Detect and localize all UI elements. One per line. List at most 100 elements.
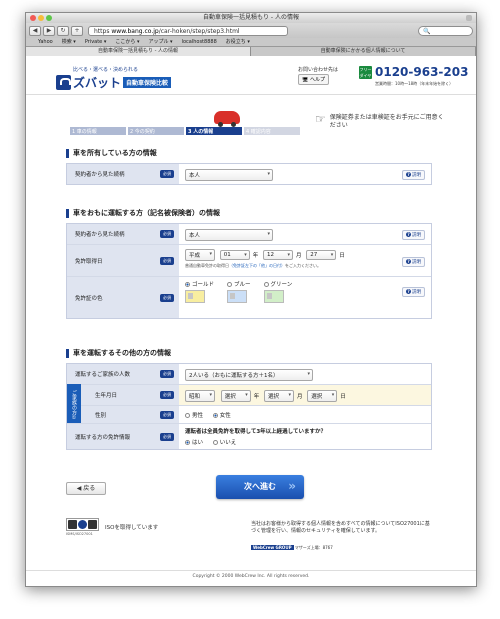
window-controls — [30, 15, 52, 21]
field-label: 性別 必須 — [81, 406, 179, 423]
back-button[interactable]: ◀ 戻る — [66, 482, 106, 495]
logo-name: ズバット — [73, 76, 122, 90]
required-badge: 必須 — [160, 170, 174, 178]
color-option-blue[interactable]: ブルー — [227, 280, 251, 315]
reload-icon[interactable]: ↻ — [57, 25, 69, 36]
license-year-select[interactable]: 01 — [219, 250, 250, 260]
radio[interactable] — [227, 282, 233, 287]
help-text: 説明 — [412, 233, 421, 238]
color-option-gold[interactable]: ゴールド — [185, 280, 214, 315]
license-day-select[interactable]: 27 — [306, 250, 337, 260]
zoom-window-icon[interactable] — [46, 15, 52, 21]
question-icon: ? — [406, 258, 411, 264]
no-label: いいえ — [219, 440, 237, 446]
day-unit: 日 — [340, 393, 346, 400]
owner-section: 車を所有している方の情報 契約者から見た続柄 必須 本人 ?説明 — [66, 149, 432, 185]
owner-relation-select[interactable]: 本人 — [185, 169, 273, 181]
address-bar[interactable]: https www.bang.co.jp/car-hoken/step/step… — [88, 25, 288, 36]
field-label: 運転するご家族の人数 必須 — [67, 364, 179, 384]
field-label: 契約者から見た続柄 必須 — [67, 224, 179, 244]
radio-selected[interactable] — [185, 440, 190, 445]
gender-male-label: 男性 — [192, 413, 204, 419]
birth-month-select[interactable]: 選択 — [264, 390, 295, 402]
iso-code: ISMS/ISO27001 — [66, 532, 93, 536]
pointing-hand-icon: ☞ — [315, 112, 326, 126]
birth-day-select[interactable]: 選択 — [307, 390, 338, 402]
window-title: 自動車保険一括見積もり - 人の情報 — [203, 14, 299, 21]
group-badge: WebCrew GROUP — [251, 545, 294, 550]
title-bar: 自動車保険一括見積もり - 人の情報 — [26, 13, 476, 23]
bookmarks-bar: Yahoo 検索 ▾ Private ▾ ここから ▾ アップル ▾ local… — [26, 38, 476, 47]
radio-selected[interactable] — [212, 413, 218, 418]
driver-relation-select[interactable]: 本人 — [185, 229, 273, 241]
logo-mark-icon — [56, 75, 71, 90]
radio[interactable] — [212, 440, 218, 445]
iso-label: ISOを取得しています — [105, 525, 159, 531]
bookmark-item[interactable]: アップル ▾ — [148, 38, 172, 46]
search-field[interactable]: 🔍 — [418, 25, 473, 36]
bookmark-item[interactable]: 検索 ▾ — [62, 38, 76, 46]
color-label: ブルー — [234, 282, 251, 288]
forward-nav-icon[interactable]: ▶ — [43, 25, 55, 36]
help-button[interactable]: 🖥 ヘルプ — [298, 74, 329, 85]
contact-label: お問い合わせ先は — [298, 67, 339, 73]
field-label-text: 運転する方の免許情報 — [75, 434, 131, 441]
yes-label: はい — [192, 440, 204, 446]
hint-text: 普通自動車免許の取得日 — [185, 263, 229, 268]
others-section: 車を運転するその他の方の情報 運転するご家族の人数 必須 2人いる（おもに運転する… — [66, 349, 432, 450]
help-button[interactable]: ? 説明 — [402, 287, 425, 297]
help-button[interactable]: ? 説明 — [402, 256, 425, 267]
radio[interactable] — [263, 282, 269, 287]
help-button[interactable]: ? 説明 — [402, 170, 425, 180]
family-member-label: ご家族の方① — [67, 384, 81, 423]
birth-era-select[interactable]: 昭和 — [185, 390, 215, 402]
color-label: ゴールド — [192, 282, 215, 288]
field-label-text: 性別 — [95, 412, 107, 419]
driver-relation-row: 契約者から見た続柄 必須 本人 ?説明 — [67, 224, 431, 244]
radio-selected[interactable] — [185, 282, 190, 287]
help-text: 説明 — [412, 259, 421, 265]
field-label: 免許証の色 必須 — [67, 277, 179, 318]
help-button[interactable]: ? 説明 — [402, 230, 425, 240]
required-badge: 必須 — [160, 256, 174, 265]
freedial-icon: フリーダイヤル — [359, 65, 372, 84]
add-bookmark-icon[interactable]: + — [71, 25, 83, 36]
tab-privacy[interactable]: 自動車保険にかかる個人情報について — [251, 47, 476, 56]
bookmark-item[interactable]: Yahoo — [38, 38, 53, 46]
search-icon: 🔍 — [423, 27, 431, 35]
business-hours: 営業時間：10時～18時（年末年始を除く） — [375, 81, 454, 86]
field-label-text: 免許証の色 — [75, 295, 103, 302]
color-option-green[interactable]: グリーン — [263, 280, 292, 315]
next-button[interactable]: 次へ進む — [216, 475, 304, 499]
license-question: 運転者は全員免許を取得して3年以上経過していますか？ — [185, 429, 326, 435]
hint-link[interactable]: （免許証左下の「他」の日付） — [229, 263, 285, 268]
minimize-window-icon[interactable] — [38, 15, 44, 21]
required-badge: 必須 — [160, 391, 174, 399]
radio[interactable] — [185, 413, 190, 418]
back-nav-icon[interactable]: ◀ — [29, 25, 41, 36]
web-page: 比べる・選べる・決められる ズバット 自動車保険比較 お問い合わせ先は 🖥 ヘル… — [26, 56, 476, 586]
bookmark-item[interactable]: ここから ▾ — [115, 38, 139, 46]
logo-subtitle: 自動車保険比較 — [123, 77, 172, 88]
isms-mark-icon — [68, 520, 77, 529]
site-logo[interactable]: 比べる・選べる・決められる ズバット 自動車保険比較 — [56, 66, 172, 91]
family-count-select[interactable]: 2人いる（おもに運転する方＋1名） — [185, 369, 313, 381]
tab-current[interactable]: 自動車保険一括見積もり - 人の情報 — [26, 47, 251, 56]
bookmark-item[interactable]: お役立ち ▾ — [226, 38, 250, 46]
license-month-select[interactable]: 12 — [263, 250, 294, 260]
required-badge: 必須 — [160, 432, 174, 441]
progress-label: 4 確認内容 — [246, 129, 271, 135]
license-hint: 普通自動車免許の取得日（免許証左下の「他」の日付）をご入力ください。 — [185, 263, 425, 269]
driver-section: 車をおもに運転する方（記名被保険者）の情報 契約者から見た続柄必須 本人 ?説明… — [66, 209, 432, 319]
bookmark-item[interactable]: Private ▾ — [85, 38, 107, 46]
year-unit: 年 — [253, 393, 260, 400]
progress-labels: 1 車の情報 2 今の契約 3 人の情報 4 確認内容 — [70, 128, 302, 135]
freedial: フリーダイヤル 0120-963-203 — [359, 65, 468, 84]
license-era-select[interactable]: 平成 — [185, 249, 215, 261]
close-window-icon[interactable] — [30, 15, 36, 21]
help-text: 説明 — [412, 290, 421, 295]
url-path: /car-hoken/step/step3.html — [158, 27, 240, 35]
toolbar-toggle-icon[interactable] — [466, 15, 472, 21]
birth-year-select[interactable]: 選択 — [220, 390, 251, 402]
bookmark-item[interactable]: localhost8888 — [182, 38, 217, 46]
